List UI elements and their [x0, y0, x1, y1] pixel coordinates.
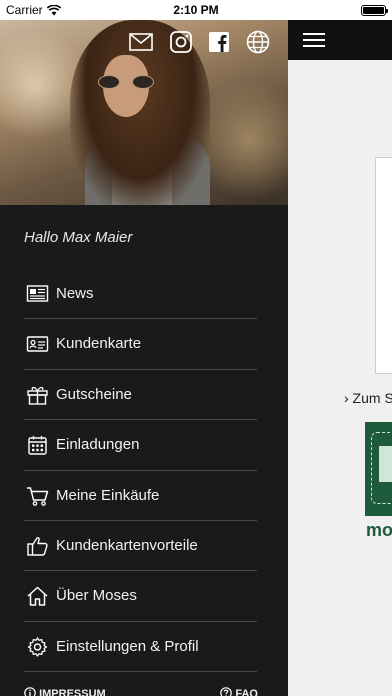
content-card[interactable]	[375, 157, 392, 374]
thumbs-up-icon	[26, 535, 50, 557]
greeting-text: Hallo Max Maier	[24, 229, 133, 246]
mail-icon[interactable]	[128, 29, 154, 55]
drawer-menu: News Kundenkarte Gutscheine Einladungen …	[24, 269, 257, 673]
status-bar: Carrier 2:10 PM	[0, 0, 392, 20]
faq-label: FAQ	[235, 688, 258, 696]
promo-logo-text: mo	[366, 520, 392, 540]
app-header	[288, 20, 392, 60]
help-icon	[220, 687, 233, 696]
gift-icon	[26, 384, 50, 406]
navigation-drawer: Hallo Max Maier News Kundenkarte Gutsche…	[0, 205, 288, 696]
menu-item-label: Kundenkartenvorteile	[56, 536, 198, 554]
menu-item-gutscheine[interactable]: Gutscheine	[24, 370, 257, 421]
menu-item-news[interactable]: News	[24, 269, 257, 320]
menu-item-kundenkartenvorteile[interactable]: Kundenkartenvorteile	[24, 521, 257, 572]
menu-item-label: News	[56, 285, 94, 302]
menu-item-label: Einladungen	[56, 436, 140, 454]
calendar-icon	[26, 434, 50, 456]
menu-item-label: Gutscheine	[56, 385, 132, 403]
settings-icon	[26, 636, 50, 658]
menu-item-einstellungen-profil[interactable]: Einstellungen & Profil	[24, 622, 257, 673]
instagram-icon[interactable]	[168, 29, 194, 55]
menu-item-label: Einstellungen & Profil	[56, 637, 199, 655]
menu-item-label: Meine Einkäufe	[56, 486, 160, 504]
faq-link[interactable]: FAQ	[220, 687, 258, 696]
menu-item-label: Über Moses	[56, 587, 137, 605]
impressum-label: IMPRESSUM	[39, 688, 106, 696]
info-icon	[24, 687, 36, 696]
content-link[interactable]: › Zum S	[344, 390, 392, 406]
globe-icon[interactable]	[245, 29, 271, 55]
drawer-footer: IMPRESSUM FAQ	[24, 687, 264, 696]
battery-icon	[361, 5, 388, 16]
menu-item-kundenkarte[interactable]: Kundenkarte	[24, 319, 257, 370]
menu-item-einladungen[interactable]: Einladungen	[24, 420, 257, 471]
impressum-link[interactable]: IMPRESSUM	[24, 687, 106, 696]
customer-card-icon	[26, 333, 50, 355]
social-icons	[128, 29, 278, 55]
hamburger-menu-icon[interactable]	[303, 33, 325, 47]
newspaper-icon	[26, 283, 50, 305]
facebook-icon[interactable]	[206, 29, 232, 55]
menu-item-label: Kundenkarte	[56, 335, 142, 353]
shopping-cart-icon	[26, 485, 50, 507]
promo-image[interactable]	[365, 422, 392, 516]
app-content: › Zum S mo	[288, 60, 392, 696]
menu-item-ueber-moses[interactable]: Über Moses	[24, 571, 257, 622]
home-icon	[26, 585, 50, 607]
menu-item-meine-einkaeufe[interactable]: Meine Einkäufe	[24, 471, 257, 521]
clock: 2:10 PM	[173, 3, 219, 17]
